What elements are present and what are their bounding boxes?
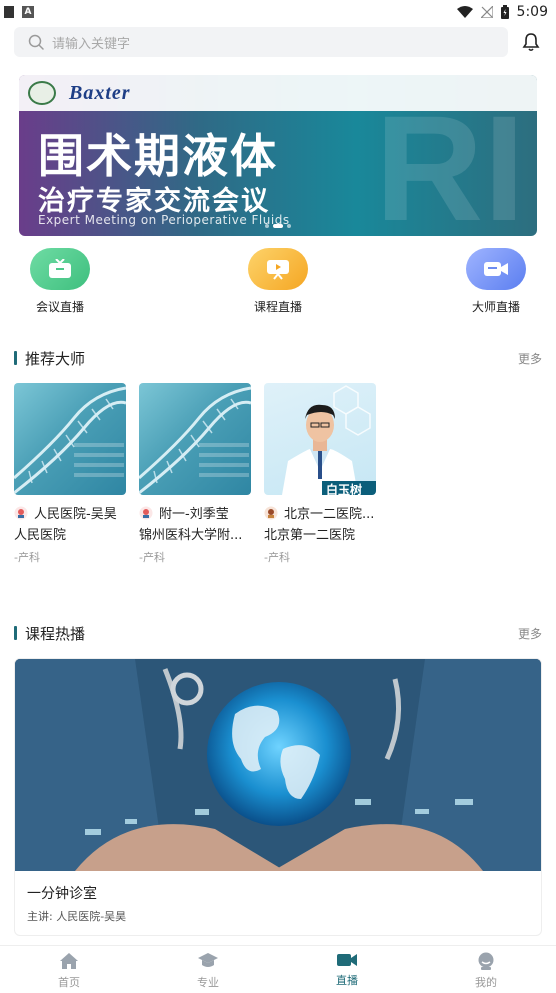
- avatar-icon: [139, 506, 153, 519]
- course-speaker: 主讲: 人民医院-吴昊: [27, 910, 127, 923]
- search-icon: [28, 34, 44, 50]
- master-hospital: 北京第一二医院: [264, 528, 356, 543]
- more-courses-link[interactable]: 更多: [518, 625, 542, 642]
- video-camera-icon: [337, 954, 357, 966]
- status-time: 5:09: [516, 4, 548, 20]
- banner-title-line1: 围术期液体: [38, 129, 278, 183]
- battery-icon: [500, 5, 509, 19]
- master-name-text: 北京一二医院...: [284, 507, 375, 522]
- video-camera-icon: [466, 248, 526, 290]
- quick-action-course-live[interactable]: 课程直播: [228, 248, 328, 315]
- bottom-tab-bar: 首页 专业 直播 我的: [0, 945, 556, 993]
- avatar-icon: [14, 506, 28, 519]
- photo-caption: 白玉树: [326, 483, 363, 495]
- tv-icon: [30, 248, 90, 290]
- master-department: -产科: [139, 551, 165, 564]
- tab-mine[interactable]: 我的: [446, 952, 526, 990]
- quick-actions: 会议直播 课程直播 大师直播: [0, 248, 556, 318]
- master-name-text: 人民医院-吴昊: [34, 507, 117, 522]
- course-card[interactable]: 一分钟诊室 主讲: 人民医院-吴昊: [14, 658, 542, 936]
- quick-action-label: 会议直播: [35, 300, 84, 314]
- carousel-dot-active: [273, 224, 283, 228]
- master-name: 北京一二医院...: [264, 503, 376, 522]
- search-placeholder: 请输入关键字: [52, 36, 131, 52]
- quick-action-label: 课程直播: [253, 300, 302, 314]
- user-icon: [478, 952, 494, 970]
- notification-bell-button[interactable]: [520, 31, 542, 53]
- quick-action-label: 大师直播: [471, 300, 520, 314]
- search-input[interactable]: 请输入关键字: [14, 27, 508, 57]
- master-hospital: 人民医院: [14, 528, 67, 543]
- notification-icon: [4, 6, 14, 18]
- carousel-indicator: [19, 224, 537, 228]
- master-department: -产科: [264, 551, 290, 564]
- master-name: 人民医院-吴昊: [14, 503, 126, 522]
- app-notification-icon: A: [22, 6, 34, 18]
- master-name-text: 附一-刘季莹: [159, 507, 229, 522]
- masters-list: 人民医院-吴昊 人民医院 -产科 附一-刘季莹 锦州医科大学附... -产科 白…: [14, 383, 542, 593]
- course-cover-image: [15, 659, 541, 871]
- master-photo: [14, 383, 126, 495]
- section-accent-bar: [14, 626, 17, 640]
- more-masters-link[interactable]: 更多: [518, 350, 542, 367]
- master-photo: [139, 383, 251, 495]
- master-department: -产科: [14, 551, 40, 564]
- section-accent-bar: [14, 351, 17, 365]
- graduation-cap-icon: [198, 953, 218, 967]
- master-name: 附一-刘季莹: [139, 503, 251, 522]
- bell-icon: [522, 33, 540, 52]
- wifi-icon: [456, 6, 473, 18]
- presentation-icon: [248, 248, 308, 290]
- carousel-dot: [287, 224, 291, 228]
- status-bar: A 5:09: [0, 0, 556, 24]
- baxter-logo-icon: [28, 81, 56, 105]
- avatar-icon: [264, 506, 278, 519]
- tab-live[interactable]: 直播: [307, 952, 387, 988]
- master-card[interactable]: 附一-刘季莹 锦州医科大学附... -产科: [139, 383, 251, 565]
- quick-action-master-live[interactable]: 大师直播: [446, 248, 546, 315]
- hot-courses-header: 课程热播 更多: [14, 622, 542, 644]
- search-row: 请输入关键字: [14, 26, 544, 58]
- home-icon: [60, 953, 78, 969]
- master-card[interactable]: 白玉树 北京一二医院... 北京第一二医院 -产科: [264, 383, 376, 565]
- quick-action-meeting-live[interactable]: 会议直播: [10, 248, 110, 315]
- tab-label: 首页: [58, 976, 80, 989]
- course-title: 一分钟诊室: [27, 886, 97, 902]
- banner-carousel[interactable]: RI Baxter 围术期液体 治疗专家交流会议 Expert Meeting …: [19, 75, 537, 236]
- no-signal-icon: [480, 6, 493, 18]
- carousel-dot: [265, 224, 269, 228]
- master-hospital: 锦州医科大学附...: [139, 528, 243, 543]
- tab-label: 直播: [336, 974, 358, 987]
- banner-brand: Baxter: [69, 82, 131, 104]
- master-card[interactable]: 人民医院-吴昊 人民医院 -产科: [14, 383, 126, 565]
- banner-ghost-text: RI: [375, 84, 525, 236]
- section-title: 推荐大师: [25, 349, 86, 368]
- section-title: 课程热播: [25, 624, 86, 643]
- recommended-masters-header: 推荐大师 更多: [14, 347, 542, 369]
- tab-home[interactable]: 首页: [29, 952, 109, 990]
- tab-professional[interactable]: 专业: [168, 952, 248, 990]
- tab-label: 我的: [475, 976, 497, 989]
- master-photo: 白玉树: [264, 383, 376, 495]
- tab-label: 专业: [197, 976, 219, 989]
